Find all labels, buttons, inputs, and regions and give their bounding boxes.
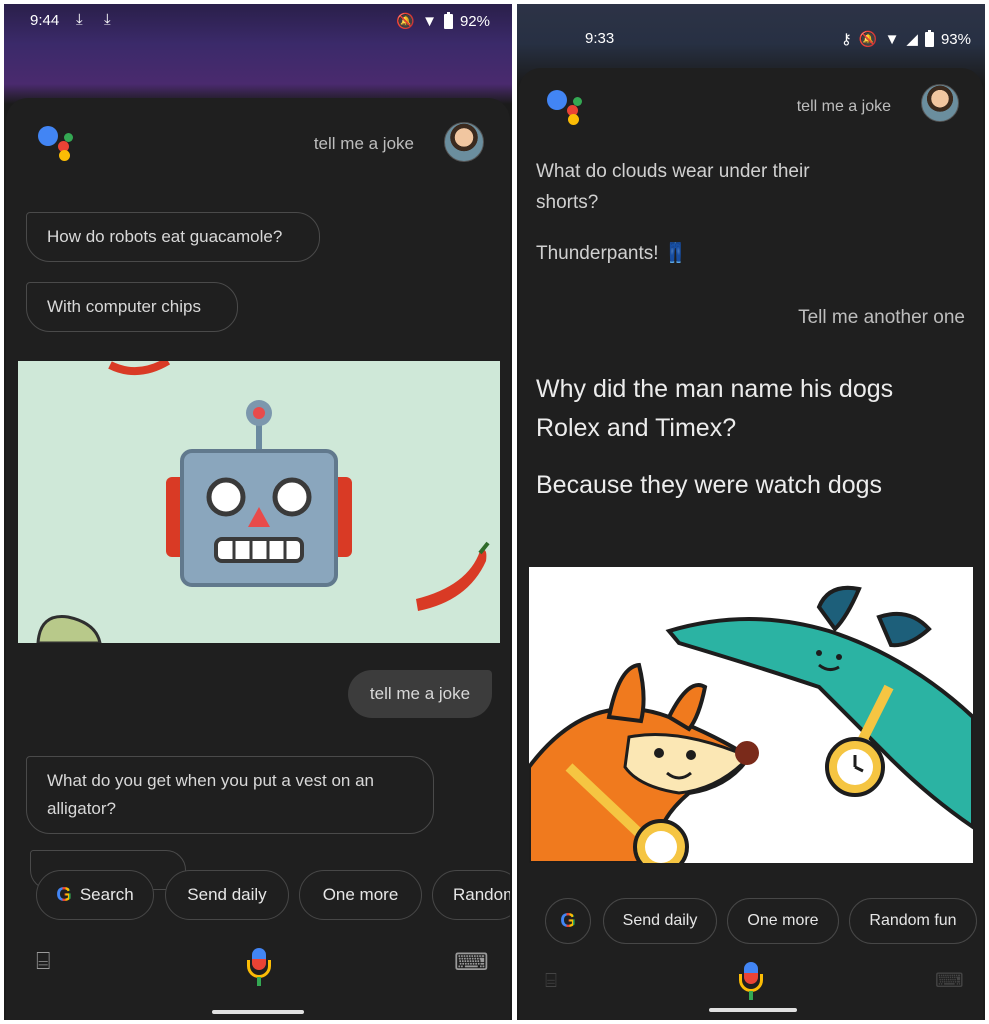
pepper-icon <box>108 361 171 375</box>
home-indicator[interactable] <box>212 1010 304 1014</box>
battery-percent: 92% <box>459 12 490 30</box>
status-time: 9:44 <box>30 12 60 29</box>
send-daily-chip[interactable]: Send daily <box>165 870 289 920</box>
watch-dogs-image <box>529 567 973 863</box>
battery-icon <box>924 29 934 47</box>
google-assistant-logo <box>38 120 82 164</box>
google-search-chip[interactable]: G <box>545 898 591 944</box>
random-fun-chip[interactable]: Random fun <box>849 898 977 944</box>
assistant-joke-text: Because they were watch dogs <box>536 471 883 499</box>
avatar[interactable] <box>921 84 959 122</box>
robot-icon <box>166 400 352 587</box>
assistant-sheet: tell me a joke How do robots eat guacamo… <box>6 98 510 1020</box>
avocado-icon <box>36 615 102 643</box>
download-icon: ⤓ <box>76 11 83 28</box>
robot-eating-chips-image <box>18 361 500 643</box>
home-indicator[interactable] <box>709 1008 797 1012</box>
status-time: 9:33 <box>585 30 615 47</box>
download-icon: ⤓ <box>104 11 111 28</box>
left-phone-screen: 9:44 ⤓ ⤓ 🔕 ▼ 92% tell me a joke How do r… <box>4 4 512 1020</box>
wifi-icon: ▼ <box>422 12 437 30</box>
status-bar: 9:44 ⤓ ⤓ 🔕 ▼ 92% <box>4 4 512 38</box>
google-g-icon: G <box>56 883 72 906</box>
one-more-chip[interactable]: One more <box>299 870 422 920</box>
user-text: Tell me another one <box>798 307 965 328</box>
mute-bell-icon: 🔕 <box>858 31 878 48</box>
query-text: tell me a joke <box>796 98 891 115</box>
right-phone-screen: 9:33 ⚷ 🔕 ▼ ◢ 93% tell me a joke What do … <box>517 4 985 1020</box>
avatar[interactable] <box>444 122 484 162</box>
orange-dog-icon <box>529 662 759 863</box>
suggestions-tray-icon[interactable]: ⌸ <box>36 948 50 976</box>
battery-percent: 93% <box>940 30 971 48</box>
microphone-icon[interactable] <box>739 962 763 1000</box>
assistant-bubble: What do you get when you put a vest on a… <box>26 756 434 834</box>
suggestions-tray-icon[interactable]: ⌸ <box>545 970 557 993</box>
assistant-bubble: With computer chips <box>26 282 238 332</box>
teal-dog-icon <box>665 585 973 830</box>
mute-bell-icon: 🔕 <box>396 13 416 30</box>
vpn-key-icon: ⚷ <box>840 31 852 48</box>
assistant-text: What do clouds wear under their shorts? <box>536 161 810 213</box>
status-bar: 9:33 ⚷ 🔕 ▼ ◢ 93% <box>517 4 985 48</box>
send-daily-chip[interactable]: Send daily <box>603 898 717 944</box>
one-more-chip[interactable]: One more <box>727 898 839 944</box>
user-bubble: tell me a joke <box>348 670 492 718</box>
google-g-icon: G <box>560 909 576 932</box>
assistant-joke-text: Why did the man name his dogs Rolex and … <box>536 375 894 442</box>
keyboard-icon[interactable]: ⌨ <box>454 948 489 977</box>
chili-pepper-icon <box>416 549 487 611</box>
random-chip[interactable]: Random <box>432 870 510 920</box>
keyboard-icon[interactable]: ⌨ <box>935 968 964 993</box>
assistant-sheet: tell me a joke What do clouds wear under… <box>519 68 983 1020</box>
query-text: tell me a joke <box>313 134 414 153</box>
microphone-icon[interactable] <box>247 948 271 986</box>
assistant-text: Thunderpants! 👖 <box>536 243 688 264</box>
google-assistant-logo <box>547 84 591 128</box>
search-chip[interactable]: G Search <box>36 870 154 920</box>
wifi-icon: ▼ <box>884 30 900 48</box>
battery-icon <box>443 11 453 29</box>
signal-icon: ◢ <box>906 31 918 48</box>
assistant-bubble: How do robots eat guacamole? <box>26 212 320 262</box>
